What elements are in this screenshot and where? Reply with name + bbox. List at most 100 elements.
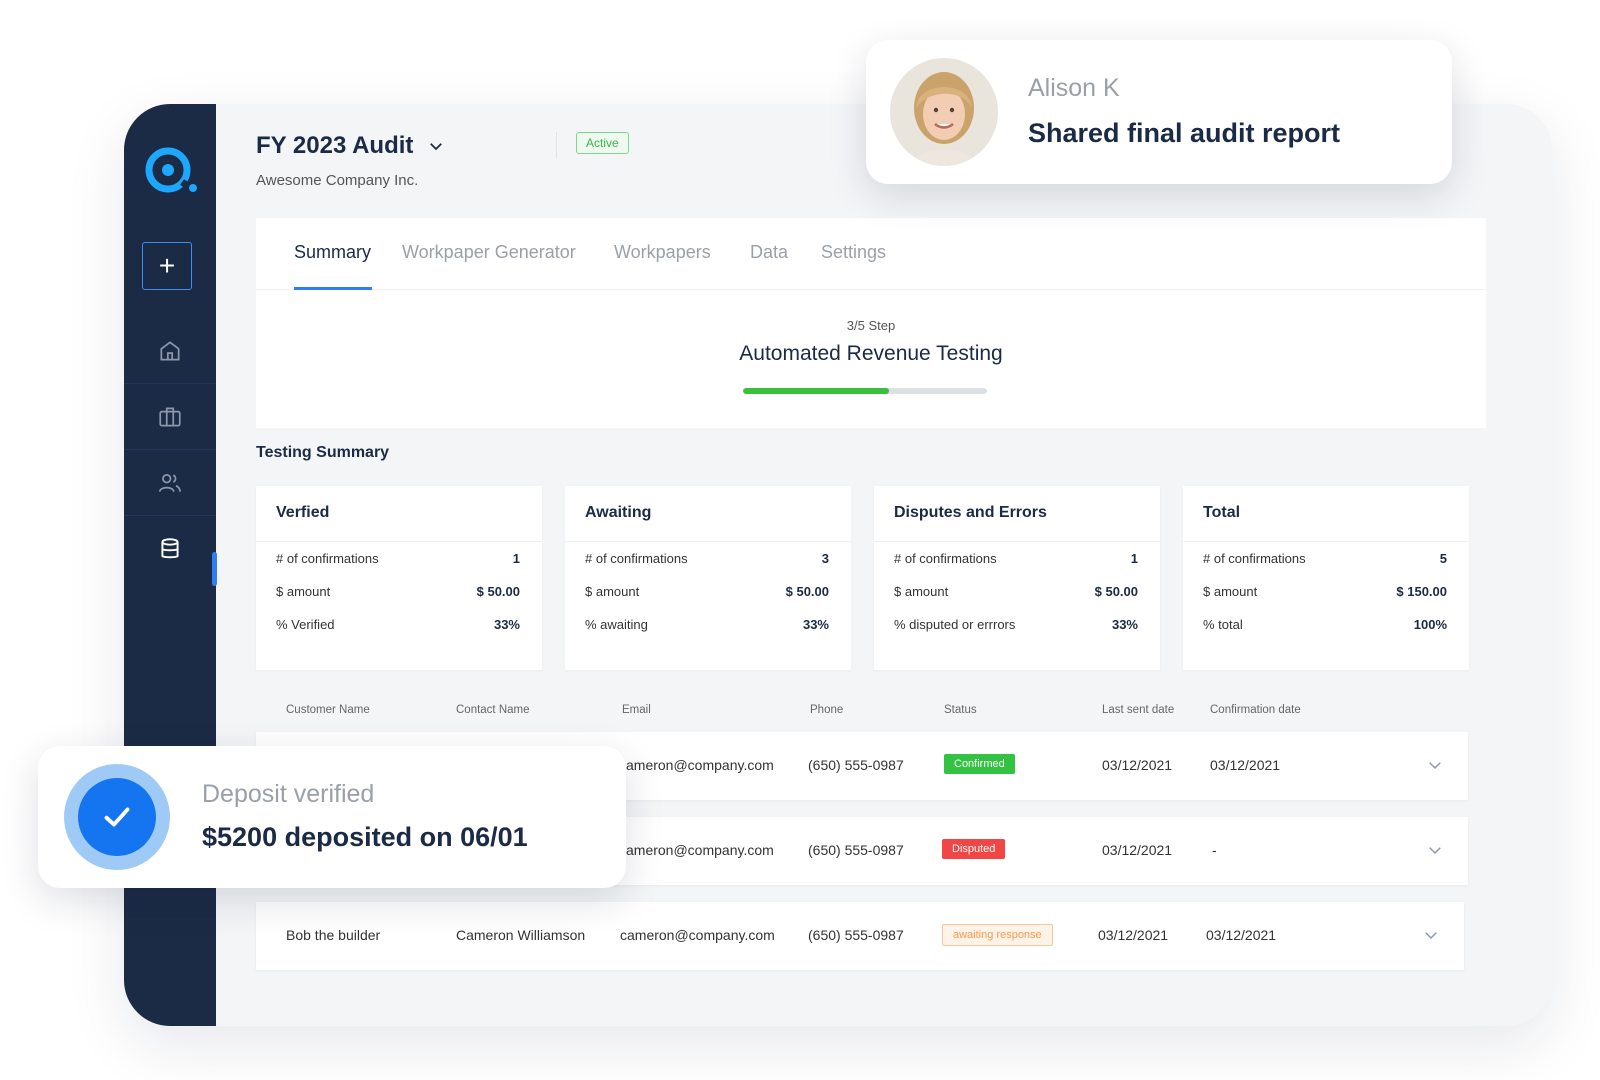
row-value: 5 [1439,551,1447,566]
card-title: Disputes and Errors [874,486,1160,542]
row-label: % total [1203,617,1243,632]
status-badge-disputed: Disputed [942,839,1006,859]
cell-last-sent: 03/12/2021 [1098,927,1169,943]
sidebar-item-users[interactable] [124,450,216,516]
logo-icon [145,147,197,193]
project-title: FY 2023 Audit [256,132,445,160]
notification-title: Deposit verified [202,780,375,808]
row-value: $ 50.00 [785,584,829,599]
column-header-email[interactable]: Email [622,704,651,716]
users-icon [158,473,182,492]
row-label: # of confirmations [276,551,379,566]
user-avatar-icon [890,58,998,166]
briefcase-icon [159,406,181,427]
row-value: 1 [1130,551,1138,566]
card-row: % awaiting 33% [565,608,851,641]
step-progress-bar [743,388,987,394]
card-title: Awaiting [565,486,851,542]
step-counter: 3/5 Step [846,318,896,333]
notification-deposit-verified[interactable]: Deposit verified $5200 deposited on 06/0… [38,746,626,888]
database-icon [161,538,179,559]
card-title: Verfied [256,486,542,542]
status-badge-confirmed: Confirmed [944,754,1015,774]
row-label: % awaiting [585,617,648,632]
cell-last-sent: 03/12/2021 [1102,757,1173,773]
column-header-contact[interactable]: Contact Name [456,704,530,716]
column-header-status[interactable]: Status [944,704,977,716]
avatar [890,58,998,166]
sidebar-item-database[interactable] [124,516,216,582]
column-header-customer[interactable]: Customer Name [286,704,370,716]
check-badge [64,764,170,870]
cell-confirmation-date: 03/12/2021 [1206,927,1277,943]
row-label: # of confirmations [894,551,997,566]
project-title-text: FY 2023 Audit [256,132,414,159]
notification-message: $5200 deposited on 06/01 [202,822,528,852]
card-row: % Verified 33% [256,608,542,641]
row-value: $ 150.00 [1396,584,1447,599]
card-row: % total 100% [1183,608,1469,641]
row-value: 1 [512,551,520,566]
row-value: 100% [1413,617,1447,632]
row-label: # of confirmations [585,551,688,566]
checkmark-icon [104,807,130,827]
card-awaiting: Awaiting # of confirmations 3 $ amount $ 5… [565,486,851,670]
summary-panel: Summary Workpaper Generator Workpapers D… [256,218,1486,428]
expand-chevron-icon[interactable] [1426,756,1444,774]
row-label: $ amount [276,584,331,599]
row-value: 33% [802,617,829,632]
step-progress-fill [743,388,890,394]
tab-summary[interactable]: Summary [294,242,371,263]
card-row: # of confirmations 5 [1183,542,1469,575]
card-row: # of confirmations 1 [256,542,542,575]
row-label: $ amount [585,584,640,599]
cell-email: cameron@company.com [620,927,775,943]
row-value: $ 50.00 [476,584,520,599]
notification-shared-report[interactable]: Alison K Shared final audit report [866,40,1452,184]
row-label: $ amount [1203,584,1258,599]
card-row: $ amount $ 50.00 [256,575,542,608]
check-badge-inner [78,778,156,856]
tab-workpapers[interactable]: Workpapers [614,242,711,263]
card-row: % disputed or errrors 33% [874,608,1160,641]
column-header-confirmation[interactable]: Confirmation date [1210,704,1301,716]
add-button[interactable]: + [142,242,192,290]
column-header-last-sent[interactable]: Last sent date [1102,704,1174,716]
card-disputes-errors: Disputes and Errors # of confirmations 1 … [874,486,1160,670]
row-label: % disputed or errrors [894,617,1016,632]
testing-summary-title: Testing Summary [256,444,390,461]
expand-chevron-icon[interactable] [1426,841,1444,859]
company-name: Awesome Company Inc. [256,172,419,189]
tab-active-underline [294,287,372,290]
cell-last-sent: 03/12/2021 [1102,842,1173,858]
stage: + FY 2023 Audit Active Awesome Company I… [0,0,1600,1080]
row-label: # of confirmations [1203,551,1306,566]
tab-bar: Summary Workpaper Generator Workpapers D… [256,218,1486,290]
cell-email: ameron@company.com [626,842,774,858]
table-row[interactable]: Bob the builder Cameron Williamson camer… [256,902,1464,970]
cell-phone: (650) 555-0987 [808,927,904,943]
expand-chevron-icon[interactable] [1422,926,1440,944]
tab-data[interactable]: Data [750,242,788,263]
notification-user-name: Alison K [1028,74,1120,102]
card-row: $ amount $ 50.00 [565,575,851,608]
cell-confirmation-date: 03/12/2021 [1210,757,1281,773]
tab-settings[interactable]: Settings [821,242,886,263]
card-verified: Verfied # of confirmations 1 $ amount $ 50… [256,486,542,670]
row-label: $ amount [894,584,949,599]
card-total: Total # of confirmations 5 $ amount $ 150.… [1183,486,1469,670]
sidebar-item-home[interactable] [124,318,216,384]
home-icon [160,340,180,361]
cell-email: ameron@company.com [626,757,774,773]
card-row: # of confirmations 1 [874,542,1160,575]
status-badge-awaiting: awaiting response [942,924,1053,946]
chevron-down-icon[interactable] [427,137,445,155]
tab-workpaper-generator[interactable]: Workpaper Generator [402,242,576,263]
row-value: 33% [1111,617,1138,632]
row-value: 3 [821,551,829,566]
sidebar-item-briefcase[interactable] [124,384,216,450]
cell-phone: (650) 555-0987 [808,757,904,773]
card-title: Total [1183,486,1469,542]
card-row: # of confirmations 3 [565,542,851,575]
column-header-phone[interactable]: Phone [810,704,843,716]
